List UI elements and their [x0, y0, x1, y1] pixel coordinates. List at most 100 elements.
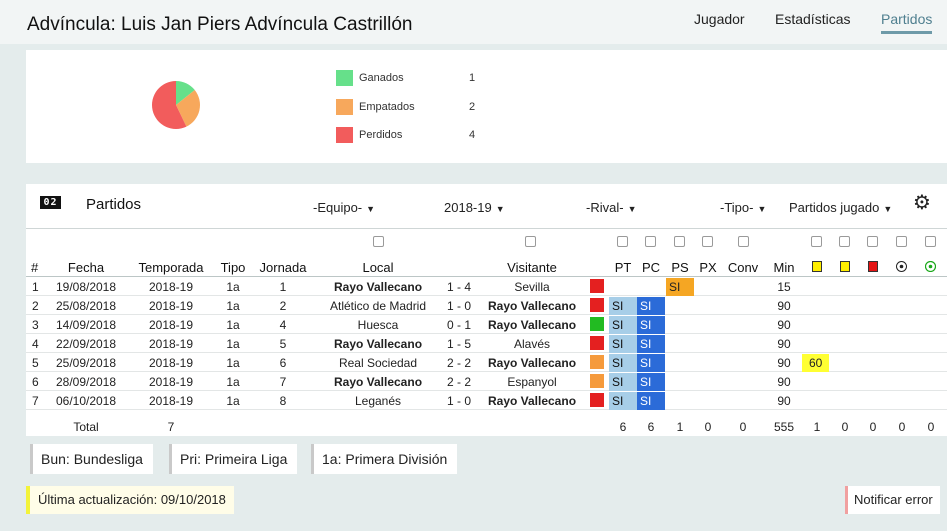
row-pc: SI: [637, 297, 665, 315]
row-local-team[interactable]: Rayo Vallecano: [334, 280, 422, 294]
tab-estadisticas[interactable]: Estadísticas: [775, 11, 850, 27]
row-visitante-team[interactable]: Sevilla: [514, 280, 549, 294]
row-visitante-team[interactable]: Rayo Vallecano: [488, 356, 576, 370]
pt-column-checkbox[interactable]: [617, 236, 628, 247]
ps-column-checkbox[interactable]: [674, 236, 685, 247]
result-perdido-indicator: [590, 279, 604, 293]
row-pt: SI: [609, 373, 637, 391]
results-pie-chart: [152, 81, 200, 129]
row-fecha: 22/09/2018: [55, 337, 117, 351]
row-local-team[interactable]: Real Sociedad: [339, 356, 417, 370]
yellow2-column-checkbox[interactable]: [839, 236, 850, 247]
row-score[interactable]: 2 - 2: [447, 356, 471, 370]
row-min: 90: [777, 299, 791, 313]
row-local-team[interactable]: Rayo Vallecano: [334, 337, 422, 351]
row-fecha: 28/09/2018: [55, 375, 117, 389]
row-num: 6: [32, 375, 39, 389]
row-pc: SI: [637, 373, 665, 391]
row-pt: SI: [609, 335, 637, 353]
goals2-column-checkbox[interactable]: [925, 236, 936, 247]
col-header-pc[interactable]: PC: [642, 260, 660, 275]
col-header-jornada[interactable]: Jornada: [260, 260, 307, 275]
report-error-button[interactable]: Notificar error: [845, 486, 940, 514]
legend-count: 1: [469, 72, 476, 84]
row-min: 90: [777, 356, 791, 370]
result-perdido-indicator: [590, 393, 604, 407]
caret-down-icon: ▼: [627, 204, 637, 214]
row-score[interactable]: 1 - 0: [447, 394, 471, 408]
second-yellow-card-icon: [840, 261, 850, 272]
row-num: 1: [32, 280, 39, 294]
legend-swatch-perdidos: [336, 127, 353, 143]
equipo-filter[interactable]: -Equipo- ▼: [313, 200, 375, 215]
row-local-team[interactable]: Atlético de Madrid: [330, 299, 426, 313]
row-visitante-team[interactable]: Rayo Vallecano: [488, 394, 576, 408]
conv-column-checkbox[interactable]: [738, 236, 749, 247]
row-pt: SI: [609, 297, 637, 315]
row-score[interactable]: 1 - 4: [447, 280, 471, 294]
settings-gears-icon[interactable]: ⚙: [913, 193, 931, 213]
col-header-pt[interactable]: PT: [615, 260, 632, 275]
col-header-temporada[interactable]: Temporada: [138, 260, 203, 275]
legend-label: Ganados: [359, 72, 404, 84]
row-visitante-team[interactable]: Alavés: [514, 337, 550, 351]
px-column-checkbox[interactable]: [702, 236, 713, 247]
row-visitante-team[interactable]: Rayo Vallecano: [488, 299, 576, 313]
row-local-team[interactable]: Rayo Vallecano: [334, 375, 422, 389]
legend-swatch-empatados: [336, 99, 353, 115]
yellow1-column-checkbox[interactable]: [811, 236, 822, 247]
table-row: 3 14/09/2018 2018-19 1a 4 Huesca 0 - 1 Rayo Val…: [26, 315, 947, 334]
row-pt: SI: [609, 392, 637, 410]
tab-jugador[interactable]: Jugador: [694, 11, 745, 27]
row-num: 2: [32, 299, 39, 313]
row-visitante-team[interactable]: Espanyol: [507, 375, 556, 389]
row-jornada: 5: [279, 337, 287, 351]
row-score[interactable]: 2 - 2: [447, 375, 471, 389]
col-header-local[interactable]: Local: [362, 260, 393, 275]
table-row: 2 25/08/2018 2018-19 1a 2 Atlético de Madrid 1…: [26, 296, 947, 315]
row-score[interactable]: 1 - 0: [447, 299, 471, 313]
visitante-column-checkbox[interactable]: [525, 236, 536, 247]
row-temporada: 2018-19: [148, 337, 194, 351]
row-tipo: 1a: [226, 299, 240, 313]
pc-column-checkbox[interactable]: [645, 236, 656, 247]
legend-label: Empatados: [359, 101, 415, 113]
total-conv: 0: [739, 420, 747, 434]
row-min: 15: [777, 280, 791, 294]
results-summary: Ganados 1 Empatados 2 Perdidos 4: [26, 50, 947, 163]
last-updated-note: Última actualización: 09/10/2018: [26, 486, 234, 514]
legend-count: 4: [469, 129, 476, 141]
temporada-filter[interactable]: 2018-19 ▼: [444, 200, 505, 215]
red-column-checkbox[interactable]: [867, 236, 878, 247]
row-score[interactable]: 0 - 1: [447, 318, 471, 332]
row-score[interactable]: 1 - 5: [447, 337, 471, 351]
col-header-ps[interactable]: PS: [671, 260, 688, 275]
col-header-px[interactable]: PX: [699, 260, 716, 275]
row-jornada: 7: [279, 375, 287, 389]
tab-partidos[interactable]: Partidos: [881, 11, 933, 34]
row-yellow-card-minute: 60: [802, 354, 830, 372]
rival-filter[interactable]: -Rival- ▼: [586, 200, 636, 215]
goal-ball-icon: [896, 261, 907, 272]
col-header-num: #: [31, 260, 39, 275]
row-local-team[interactable]: Huesca: [358, 318, 399, 332]
col-header-visitante[interactable]: Visitante: [507, 260, 557, 275]
col-header-tipo[interactable]: Tipo: [221, 260, 246, 275]
result-ganado-indicator: [590, 317, 604, 331]
local-column-checkbox[interactable]: [373, 236, 384, 247]
total-red: 0: [869, 420, 877, 434]
col-header-min[interactable]: Min: [774, 260, 795, 275]
row-local-team[interactable]: Leganés: [355, 394, 401, 408]
row-num: 7: [32, 394, 39, 408]
col-header-fecha[interactable]: Fecha: [68, 260, 104, 275]
row-visitante-team[interactable]: Rayo Vallecano: [488, 318, 576, 332]
partidos-panel: 02 Partidos -Equipo- ▼ 2018-19 ▼ -Rival- ▼ …: [26, 184, 947, 436]
table-row: 4 22/09/2018 2018-19 1a 5 Rayo Vallecano 1 - 5…: [26, 334, 947, 353]
col-header-conv[interactable]: Conv: [728, 260, 758, 275]
table-row: 6 28/09/2018 2018-19 1a 7 Rayo Vallecano 2 - 2…: [26, 372, 947, 391]
row-tipo: 1a: [226, 280, 240, 294]
tipo-filter[interactable]: -Tipo- ▼: [720, 200, 766, 215]
partidos-jugados-filter[interactable]: Partidos jugado ▼: [789, 200, 892, 215]
yellow-card-icon: [812, 261, 822, 272]
goals-column-checkbox[interactable]: [896, 236, 907, 247]
